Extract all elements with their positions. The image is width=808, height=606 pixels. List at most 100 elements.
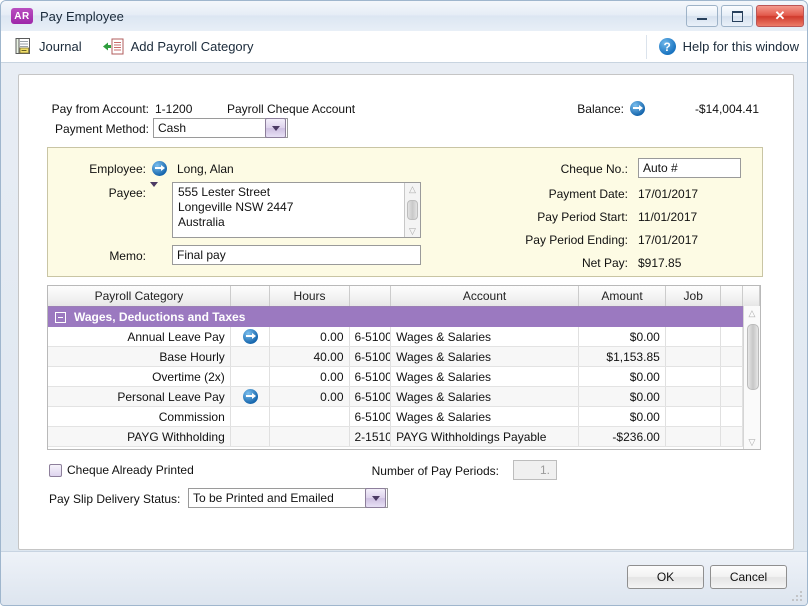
- cell-account-name[interactable]: Wages & Salaries: [391, 387, 579, 406]
- minimize-button[interactable]: [686, 5, 718, 27]
- cell-hours[interactable]: 0.00: [270, 367, 350, 386]
- cell-hours[interactable]: [270, 427, 350, 446]
- grid-column-header[interactable]: [743, 286, 760, 306]
- close-button[interactable]: ✕: [756, 5, 804, 27]
- cheque-already-printed-checkbox[interactable]: Cheque Already Printed: [49, 463, 194, 477]
- scroll-down-icon[interactable]: ▽: [409, 225, 416, 237]
- cell-account-name[interactable]: PAYG Withholdings Payable: [391, 427, 579, 446]
- cell-zoom-arrow[interactable]: [231, 367, 271, 386]
- cell-account-code[interactable]: 6-5100: [350, 347, 392, 366]
- grid-scrollbar[interactable]: △ ▽: [743, 306, 760, 449]
- balance-zoom-arrow[interactable]: [630, 101, 645, 119]
- grid-column-header[interactable]: [349, 286, 392, 306]
- cell-amount[interactable]: $0.00: [579, 367, 666, 386]
- payment-method-select[interactable]: Cash: [153, 118, 288, 138]
- grid-group-row[interactable]: Wages, Deductions and Taxes: [48, 307, 760, 327]
- pay-from-account-code[interactable]: 1-1200: [155, 102, 192, 116]
- payee-address-field[interactable]: 555 Lester Street Longeville NSW 2447 Au…: [172, 182, 421, 238]
- cell-account-code[interactable]: 6-5100: [350, 327, 392, 346]
- table-row[interactable]: Base Hourly 40.00 6-5100 Wages & Salaries $1…: [48, 347, 760, 367]
- cell-zoom-arrow[interactable]: [231, 347, 271, 366]
- cell-amount[interactable]: -$236.00: [579, 427, 666, 446]
- employee-zoom-arrow[interactable]: [152, 161, 167, 179]
- scroll-up-icon[interactable]: △: [409, 183, 416, 195]
- cell-extra-1[interactable]: [721, 367, 744, 386]
- cell-job[interactable]: [666, 367, 722, 386]
- cell-job[interactable]: [666, 427, 722, 446]
- cell-amount[interactable]: $0.00: [579, 387, 666, 406]
- cell-amount[interactable]: $0.00: [579, 407, 666, 426]
- cell-extra-1[interactable]: [721, 327, 744, 346]
- checkbox-icon[interactable]: [49, 463, 62, 477]
- chevron-down-icon[interactable]: [265, 118, 286, 138]
- cell-job[interactable]: [666, 327, 722, 346]
- grid-column-header[interactable]: Account: [391, 286, 579, 306]
- grid-column-header[interactable]: [721, 286, 744, 306]
- employee-value[interactable]: Long, Alan: [177, 162, 234, 176]
- cell-account-name[interactable]: Wages & Salaries: [391, 367, 579, 386]
- cell-extra-1[interactable]: [721, 387, 744, 406]
- cell-zoom-arrow[interactable]: [231, 407, 271, 426]
- cell-account-code[interactable]: 6-5100: [350, 407, 392, 426]
- payment-date-value[interactable]: 17/01/2017: [638, 187, 698, 201]
- cancel-button[interactable]: Cancel: [710, 565, 787, 589]
- cell-payroll-category[interactable]: Personal Leave Pay: [48, 387, 231, 406]
- cell-hours[interactable]: 0.00: [270, 387, 350, 406]
- scroll-down-icon[interactable]: ▽: [744, 435, 760, 449]
- arrow-circle-icon[interactable]: [242, 389, 258, 404]
- grid-column-header[interactable]: Amount: [579, 286, 667, 306]
- cell-job[interactable]: [666, 407, 722, 426]
- arrow-circle-icon[interactable]: [242, 329, 258, 344]
- cell-extra-1[interactable]: [721, 347, 744, 366]
- pay-period-ending-value[interactable]: 17/01/2017: [638, 233, 698, 247]
- payee-dropdown-button[interactable]: [150, 182, 158, 187]
- cell-zoom-arrow[interactable]: [231, 427, 271, 446]
- grid-column-header[interactable]: [230, 286, 271, 306]
- cell-job[interactable]: [666, 387, 722, 406]
- cell-payroll-category[interactable]: Commission: [48, 407, 231, 426]
- cell-payroll-category[interactable]: Base Hourly: [48, 347, 231, 366]
- cell-payroll-category[interactable]: PAYG Withholding: [48, 427, 231, 446]
- grid-column-header[interactable]: Job: [666, 286, 722, 306]
- cell-zoom-arrow[interactable]: [231, 387, 271, 406]
- cell-account-name[interactable]: Wages & Salaries: [391, 327, 579, 346]
- cell-account-code[interactable]: 6-5100: [350, 387, 392, 406]
- cell-job[interactable]: [666, 347, 722, 366]
- scrollbar-thumb[interactable]: [747, 324, 759, 390]
- grid-column-header[interactable]: Payroll Category: [48, 286, 231, 306]
- table-row[interactable]: Annual Leave Pay 0.00 6-5100 Wages & Salari…: [48, 327, 760, 347]
- cell-hours[interactable]: 40.00: [270, 347, 350, 366]
- cell-extra-1[interactable]: [721, 427, 744, 446]
- table-row[interactable]: Commission 6-5100 Wages & Salaries $0.00: [48, 407, 760, 427]
- help-button[interactable]: ? Help for this window: [645, 34, 799, 59]
- scrollbar-thumb[interactable]: [407, 200, 418, 220]
- cell-account-code[interactable]: 2-1510: [350, 427, 392, 446]
- pay-slip-delivery-select[interactable]: To be Printed and Emailed: [188, 488, 388, 508]
- pay-period-start-value[interactable]: 11/01/2017: [638, 210, 697, 224]
- cell-amount[interactable]: $1,153.85: [579, 347, 666, 366]
- table-row[interactable]: Personal Leave Pay 0.00 6-5100 Wages & Sala…: [48, 387, 760, 407]
- cell-extra-1[interactable]: [721, 407, 744, 426]
- table-row[interactable]: PAYG Withholding 2-1510 PAYG Withholdings …: [48, 427, 760, 447]
- cell-payroll-category[interactable]: Overtime (2x): [48, 367, 231, 386]
- cell-account-name[interactable]: Wages & Salaries: [391, 407, 579, 426]
- cell-hours[interactable]: [270, 407, 350, 426]
- cheque-no-field[interactable]: Auto #: [638, 158, 741, 178]
- collapse-icon[interactable]: [55, 311, 66, 323]
- scroll-up-icon[interactable]: △: [744, 306, 760, 320]
- cell-zoom-arrow[interactable]: [231, 327, 271, 346]
- ok-button[interactable]: OK: [627, 565, 704, 589]
- cell-account-name[interactable]: Wages & Salaries: [391, 347, 579, 366]
- journal-button[interactable]: Journal: [13, 37, 82, 56]
- cell-payroll-category[interactable]: Annual Leave Pay: [48, 327, 231, 346]
- payee-address-scrollbar[interactable]: △ ▽: [404, 183, 420, 237]
- resize-grip-icon[interactable]: [792, 589, 804, 601]
- memo-field[interactable]: Final pay: [172, 245, 421, 265]
- cell-amount[interactable]: $0.00: [579, 327, 666, 346]
- cell-account-code[interactable]: 6-5100: [350, 367, 392, 386]
- chevron-down-icon[interactable]: [365, 488, 386, 508]
- add-payroll-category-button[interactable]: Add Payroll Category: [102, 37, 253, 56]
- maximize-button[interactable]: [721, 5, 753, 27]
- grid-column-header[interactable]: Hours: [270, 286, 350, 306]
- cell-hours[interactable]: 0.00: [270, 327, 350, 346]
